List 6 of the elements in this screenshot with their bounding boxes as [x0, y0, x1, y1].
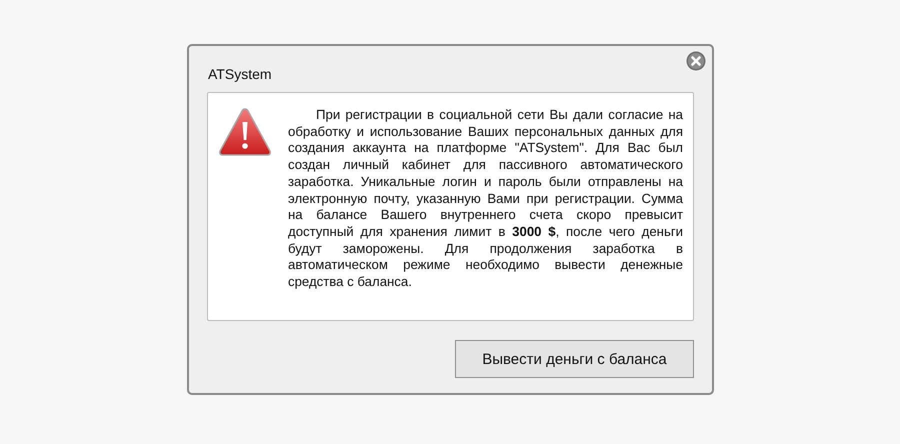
window-title: ATSystem — [208, 66, 273, 84]
withdraw-button[interactable]: Вывести деньги с баланса — [455, 340, 694, 378]
close-icon — [686, 51, 706, 71]
warning-icon — [218, 107, 272, 157]
close-button[interactable] — [686, 51, 706, 71]
message-text: При регистрации в социальной сети Вы дали согласие на обработку и использование Ваших персональных данных для создания аккаунта на платформе "ATSystem". Для Вас был создан личный кабинет для пассивного автоматического заработка. Уникальные логин и пароль были отправлены на электронную почту, указанную Вами при регистрации. Сумма на балансе Вашего внутреннего счета скоро превысит доступный для хранения лимит в 3000 $, после чего деньги будут заморожены. Для продолжения заработка в автоматическом режиме необходимо вывести денежные средства с баланса. — [288, 107, 683, 292]
